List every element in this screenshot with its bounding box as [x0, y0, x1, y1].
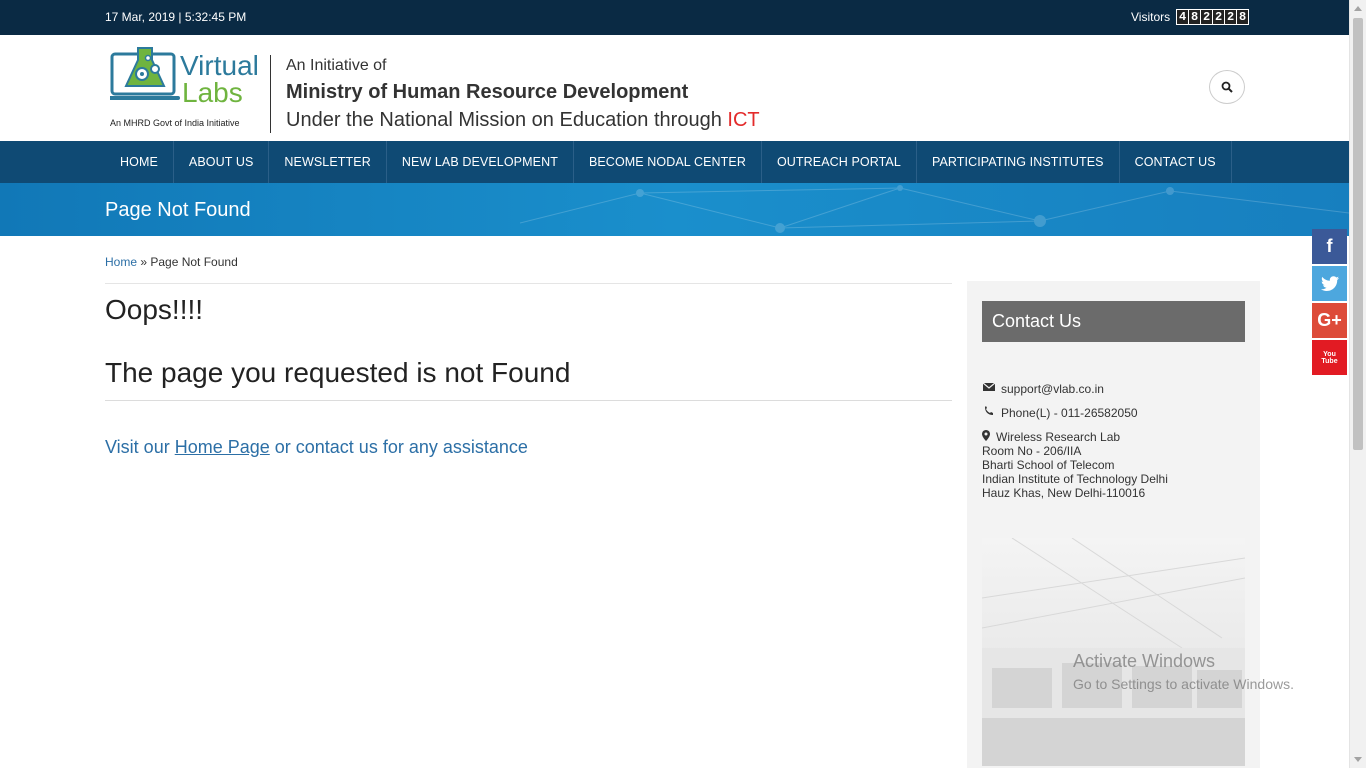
visitor-digit: 2	[1201, 10, 1213, 24]
ict-highlight: ICT	[727, 109, 760, 131]
top-bar: 17 Mar, 2019 | 5:32:45 PM Visitors 4 8 2…	[0, 0, 1349, 35]
logo-brand-line2: Labs	[182, 77, 243, 108]
activate-windows-watermark: Activate Windows Go to Settings to activ…	[1073, 651, 1294, 692]
ministry-name: Ministry of Human Resource Development	[286, 81, 689, 103]
scrollbar-thumb[interactable]	[1353, 18, 1363, 450]
address-line: Wireless Research Lab	[996, 430, 1121, 444]
contact-sidebar: Contact Us support@vlab.co.in Phone(L) -…	[967, 281, 1260, 768]
facebook-icon[interactable]: f	[1312, 229, 1347, 264]
mission-line: Under the National Mission on Education …	[286, 109, 760, 132]
visitor-digit: 4	[1177, 10, 1189, 24]
envelope-icon	[982, 382, 996, 392]
visitor-counter: Visitors 4 8 2 2 2 8	[1131, 9, 1250, 25]
visitor-digit: 2	[1213, 10, 1225, 24]
logo-divider	[270, 55, 271, 133]
date-time: 17 Mar, 2019 | 5:32:45 PM	[105, 10, 247, 24]
google-plus-icon[interactable]: G+	[1312, 303, 1347, 338]
nav-item-contact-us[interactable]: CONTACT US	[1120, 141, 1232, 183]
nav-item-home[interactable]: HOME	[105, 141, 174, 183]
breadcrumb-separator: »	[137, 255, 151, 269]
virtual-labs-logo[interactable]: Virtual Labs An MHRD Govt of India Initi…	[108, 44, 266, 134]
contact-phone-row: Phone(L) - 011-26582050	[982, 406, 1138, 420]
breadcrumb-current: Page Not Found	[150, 255, 238, 269]
lab-flask-icon	[110, 47, 180, 100]
address-line: Indian Institute of Technology Delhi	[982, 472, 1168, 486]
nav-item-about-us[interactable]: ABOUT US	[174, 141, 270, 183]
address-line: Room No - 206/IIA	[982, 444, 1082, 458]
error-heading: Oops!!!!	[105, 294, 204, 325]
page-title-band: Page Not Found	[0, 183, 1349, 236]
visit-prefix: Visit our	[105, 437, 175, 457]
contact-email[interactable]: support@vlab.co.in	[1001, 382, 1104, 396]
initiative-text: An Initiative of Ministry of Human Resou…	[286, 57, 760, 132]
address-line-1-row: Wireless Research Lab	[982, 430, 1168, 444]
visitor-digit: 2	[1225, 10, 1237, 24]
site-header: Virtual Labs An MHRD Govt of India Initi…	[0, 35, 1349, 141]
nav-item-outreach-portal[interactable]: OUTREACH PORTAL	[762, 141, 917, 183]
nav-item-newsletter[interactable]: NEWSLETTER	[269, 141, 387, 183]
content-divider	[105, 400, 952, 401]
visitor-digit: 8	[1237, 10, 1249, 24]
twitter-icon[interactable]	[1312, 266, 1347, 301]
youtube-icon[interactable]: You Tube	[1312, 340, 1347, 375]
visitor-count: 4 8 2 2 2 8	[1176, 9, 1250, 25]
contact-phone: Phone(L) - 011-26582050	[1001, 406, 1138, 420]
content-divider-top	[105, 283, 952, 284]
page-title: Page Not Found	[105, 199, 251, 221]
social-links: f G+ You Tube	[1312, 229, 1347, 377]
visitors-label: Visitors	[1131, 10, 1171, 24]
breadcrumb-home-link[interactable]: Home	[105, 255, 137, 269]
visit-suffix: or contact us for any assistance	[269, 437, 528, 457]
main-nav: HOME ABOUT US NEWSLETTER NEW LAB DEVELOP…	[0, 141, 1349, 183]
visitor-digit: 8	[1189, 10, 1201, 24]
scroll-up-arrow-icon[interactable]	[1354, 6, 1362, 11]
contact-us-title: Contact Us	[982, 301, 1245, 342]
initiative-line1: An Initiative of	[286, 57, 387, 74]
scroll-down-arrow-icon[interactable]	[1354, 757, 1362, 762]
phone-icon	[982, 406, 996, 416]
assistance-text: Visit our Home Page or contact us for an…	[105, 437, 528, 458]
search-icon	[1221, 81, 1233, 93]
error-message: The page you requested is not Found	[105, 357, 571, 388]
nav-item-participating-institutes[interactable]: PARTICIPATING INSTITUTES	[917, 141, 1120, 183]
activate-windows-title: Activate Windows	[1073, 651, 1216, 671]
contact-address: Wireless Research Lab Room No - 206/IIA …	[982, 430, 1168, 500]
contact-email-row: support@vlab.co.in	[982, 382, 1104, 396]
search-button[interactable]	[1209, 70, 1245, 104]
mission-prefix: Under the National Mission on Education …	[286, 109, 728, 131]
breadcrumb: Home » Page Not Found	[105, 255, 238, 269]
home-page-link[interactable]: Home Page	[175, 437, 270, 457]
nav-item-new-lab-development[interactable]: NEW LAB DEVELOPMENT	[387, 141, 574, 183]
map-marker-icon	[982, 430, 992, 444]
network-pattern-decoration	[520, 185, 1349, 233]
vertical-scrollbar[interactable]	[1349, 0, 1366, 768]
logo-tagline: An MHRD Govt of India Initiative	[110, 118, 240, 128]
activate-windows-subtitle: Go to Settings to activate Windows.	[1073, 676, 1294, 692]
address-line: Bharti School of Telecom	[982, 458, 1115, 472]
nav-item-become-nodal-center[interactable]: BECOME NODAL CENTER	[574, 141, 762, 183]
address-line: Hauz Khas, New Delhi-110016	[982, 486, 1146, 500]
youtube-label: You Tube	[1321, 350, 1338, 365]
